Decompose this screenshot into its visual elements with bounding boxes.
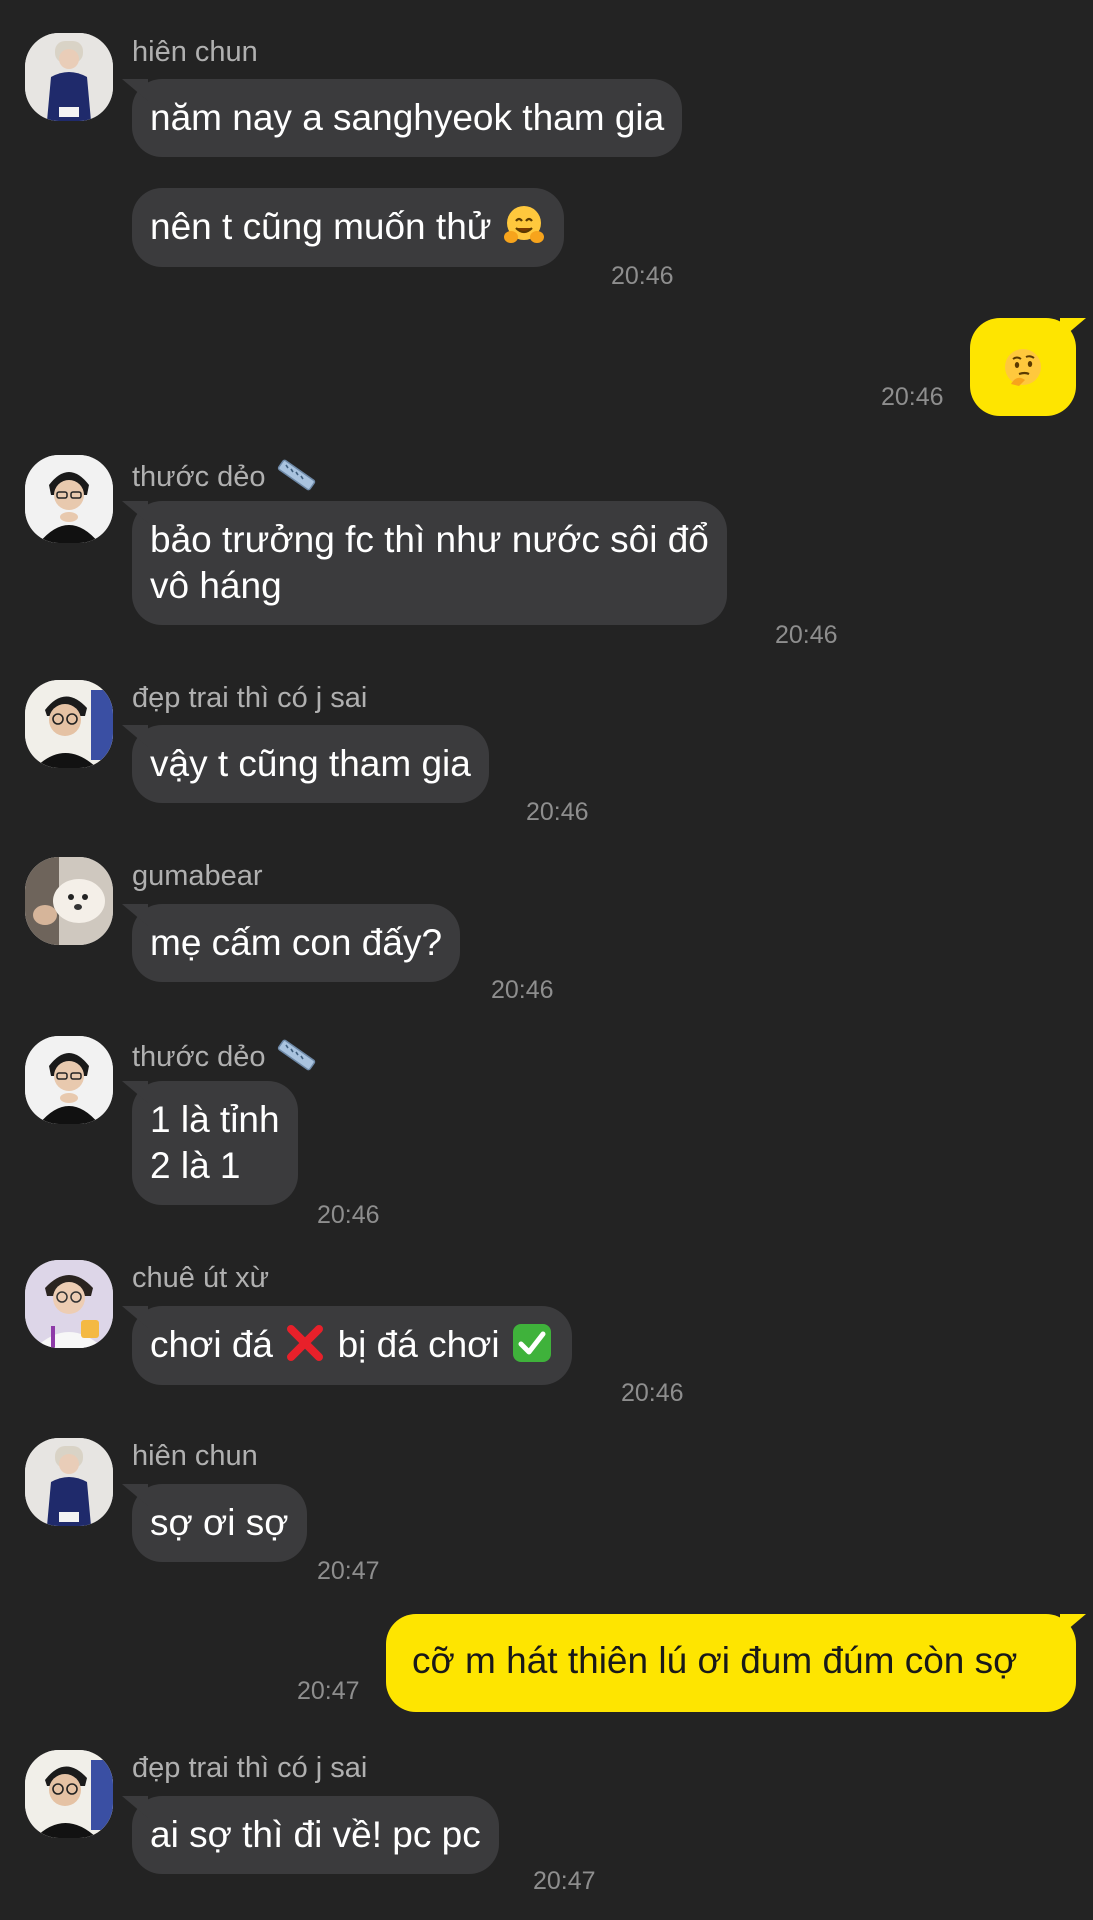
my-message-bubble[interactable]: cỡ m hát thiên lú ơi đum đúm còn sợ (386, 1614, 1076, 1712)
chat-message-list[interactable]: hiên chun năm nay a sanghyeok tham gia n… (0, 0, 1093, 1920)
cross-mark-icon (283, 1321, 327, 1365)
avatar-dep-trai[interactable] (25, 1750, 113, 1838)
message-bubble[interactable]: nên t cũng muốn thử (132, 188, 564, 268)
hugging-face-icon (502, 203, 546, 247)
sender-name: hiên chun (132, 1440, 258, 1472)
message-timestamp: 20:46 (317, 1201, 380, 1229)
avatar-thuoc-deo[interactable] (25, 1036, 113, 1124)
message-text: mẹ cấm con đấy? (150, 922, 443, 963)
message-bubble[interactable]: vậy t cũng tham gia (132, 725, 489, 803)
message-timestamp: 20:47 (533, 1867, 596, 1895)
message-text: ai sợ thì đi về! pc pc (150, 1814, 481, 1855)
message-timestamp: 20:46 (526, 798, 589, 826)
message-bubble[interactable]: sợ ơi sợ (132, 1484, 307, 1562)
message-bubble[interactable]: ai sợ thì đi về! pc pc (132, 1796, 499, 1874)
message-text: cỡ m hát thiên lú ơi đum đúm còn sợ (412, 1640, 1018, 1681)
message-text-line: bảo trưởng fc thì như nước sôi đổ (150, 519, 709, 560)
message-bubble[interactable]: chơi đá bị đá chơi (132, 1306, 572, 1386)
sender-name: hiên chun (132, 36, 258, 68)
avatar-chue-ut-xu[interactable] (25, 1260, 113, 1348)
message-text: vậy t cũng tham gia (150, 743, 471, 784)
message-text: nên t cũng muốn thử (150, 206, 492, 247)
message-timestamp: 20:46 (611, 262, 674, 290)
message-text: bị đá chơi (337, 1324, 500, 1365)
message-text-line: 1 là tỉnh (150, 1099, 280, 1140)
avatar-gumabear[interactable] (25, 857, 113, 945)
message-timestamp: 20:47 (317, 1557, 380, 1585)
message-text-line: vô háng (150, 565, 282, 606)
avatar-hien-chun[interactable] (25, 1438, 113, 1526)
message-text: sợ ơi sợ (150, 1502, 289, 1543)
avatar-hien-chun[interactable] (25, 33, 113, 121)
check-mark-button-icon (510, 1321, 554, 1365)
ruler-icon (276, 455, 316, 502)
sender-name: gumabear (132, 860, 263, 892)
message-timestamp: 20:46 (621, 1379, 684, 1407)
message-text: chơi đá (150, 1324, 273, 1365)
my-message-bubble[interactable] (970, 318, 1076, 416)
sender-name: thước dẻo (132, 1035, 316, 1073)
sender-name: đẹp trai thì có j sai (132, 682, 368, 714)
avatar-thuoc-deo[interactable] (25, 455, 113, 543)
message-text-line: 2 là 1 (150, 1145, 241, 1186)
ruler-icon (276, 1035, 316, 1082)
message-bubble[interactable]: năm nay a sanghyeok tham gia (132, 79, 683, 157)
thinking-face-icon (1001, 346, 1045, 390)
sender-name: thước dẻo (132, 455, 316, 493)
message-bubble[interactable]: 1 là tỉnh 2 là 1 (132, 1081, 298, 1205)
sender-name: đẹp trai thì có j sai (132, 1752, 368, 1784)
message-timestamp: 20:47 (297, 1677, 360, 1705)
avatar-dep-trai[interactable] (25, 680, 113, 768)
message-timestamp: 20:46 (881, 383, 944, 411)
message-bubble[interactable]: mẹ cấm con đấy? (132, 904, 461, 982)
sender-name: chuê út xừ (132, 1262, 270, 1294)
message-text: năm nay a sanghyeok tham gia (150, 97, 665, 138)
message-timestamp: 20:46 (775, 621, 838, 649)
message-timestamp: 20:46 (491, 976, 554, 1004)
message-bubble[interactable]: bảo trưởng fc thì như nước sôi đổ vô hán… (132, 501, 727, 625)
